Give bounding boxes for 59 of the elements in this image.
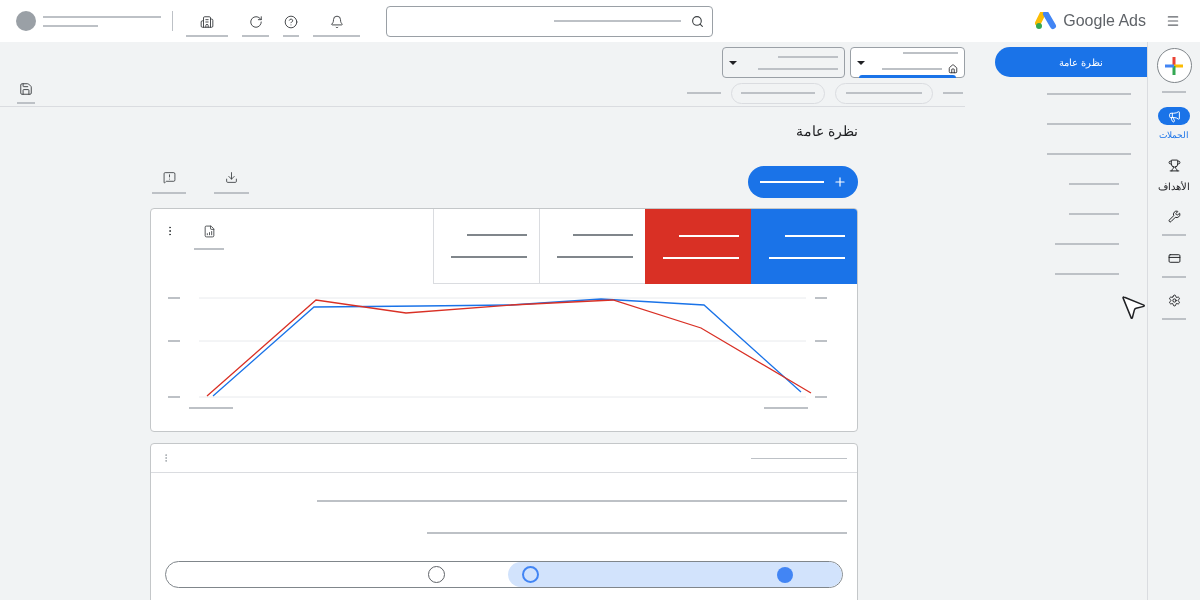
megaphone-icon — [1167, 109, 1181, 123]
download-icon — [225, 170, 238, 184]
toggle-segment[interactable] — [508, 562, 842, 587]
create-fab[interactable] — [1156, 48, 1192, 83]
text-placeholder — [785, 234, 845, 237]
trophy-icon — [1167, 159, 1181, 172]
notifications-icon — [329, 15, 344, 29]
axis-label-placeholder — [814, 340, 828, 342]
building-icon — [200, 15, 214, 29]
axis-label-placeholder — [188, 407, 234, 409]
product-name: Google Ads — [1063, 11, 1146, 31]
text-placeholder — [43, 24, 98, 27]
text-placeholder — [152, 191, 186, 194]
metric-tile[interactable] — [645, 209, 751, 284]
text-placeholder — [1162, 233, 1186, 236]
search-field[interactable] — [386, 5, 713, 37]
dropdown-field[interactable] — [850, 47, 965, 78]
chart-report-icon[interactable] — [202, 225, 216, 238]
account-avatar[interactable] — [16, 11, 36, 31]
metric-tile[interactable] — [539, 209, 645, 284]
settings-icon — [1167, 294, 1181, 307]
plus-icon — [832, 175, 847, 189]
refresh-icon — [248, 15, 263, 29]
axis-label-placeholder — [814, 297, 828, 299]
text-placeholder — [679, 234, 739, 237]
text-placeholder — [778, 55, 838, 58]
save-icon[interactable] — [19, 82, 33, 96]
axis-label-placeholder — [167, 340, 181, 342]
create-button[interactable] — [748, 166, 858, 198]
metric-tile[interactable] — [433, 209, 539, 284]
nav-rail-item[interactable]: الحملات — [1158, 107, 1190, 143]
text-placeholder — [214, 191, 249, 194]
metric-tile[interactable] — [751, 209, 857, 284]
dropdown-arrow-icon — [857, 60, 865, 65]
axis-label-placeholder — [167, 396, 181, 398]
handle-ring[interactable] — [522, 566, 539, 583]
download-button[interactable] — [214, 170, 249, 194]
home-icon — [948, 63, 958, 74]
axis-label-placeholder — [167, 297, 181, 299]
axis-label-placeholder — [763, 407, 809, 409]
search-icon — [691, 14, 704, 28]
overview-button[interactable]: نظرة عامة — [995, 47, 1147, 77]
feedback-button[interactable] — [152, 170, 186, 194]
text-placeholder — [882, 67, 942, 70]
feedback-icon — [162, 170, 176, 184]
dropdown-arrow-icon — [729, 60, 737, 65]
text-placeholder — [1162, 275, 1186, 278]
plus-icon — [1165, 56, 1183, 75]
dropdown-field[interactable] — [722, 47, 845, 78]
help-icon — [284, 15, 298, 29]
tools-icon — [1167, 210, 1181, 223]
text-placeholder — [1162, 317, 1186, 320]
nav-rail-item[interactable]: الأهداف — [1158, 156, 1190, 194]
page-title: نظرة عامة — [796, 122, 858, 142]
axis-label-placeholder — [814, 396, 828, 398]
logo-icon — [1035, 12, 1058, 30]
menu-icon[interactable] — [1166, 14, 1180, 28]
card-icon — [1167, 252, 1181, 265]
text-placeholder — [903, 51, 958, 54]
